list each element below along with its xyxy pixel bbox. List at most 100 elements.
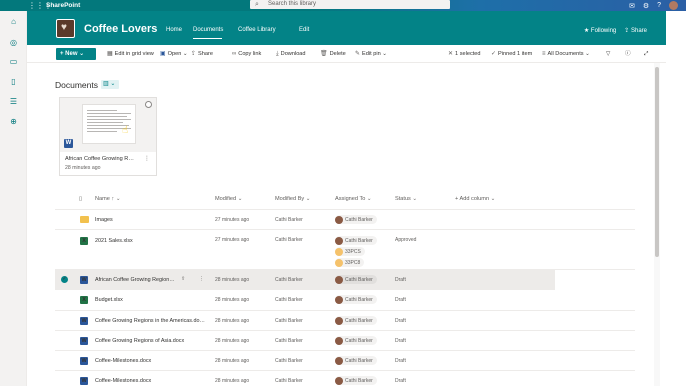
status-cell: Draft <box>395 358 406 364</box>
clear-selection-button[interactable]: ✕ 1 selected <box>448 48 481 60</box>
excel-file-icon: X <box>80 237 88 245</box>
share-icon[interactable]: ⇪ <box>181 276 185 282</box>
avatar[interactable] <box>669 1 678 10</box>
col-name[interactable]: Name ↑ ⌄ <box>95 196 121 202</box>
persona-name: 33PC8 <box>345 259 361 266</box>
nav-documents[interactable]: Documents <box>185 27 230 39</box>
delete-button[interactable]: 🗑 Delete <box>320 48 346 60</box>
col-modified-by[interactable]: Modified By ⌄ <box>275 196 310 202</box>
pinned-items-button[interactable]: ✓ Pinned 1 item <box>491 48 532 60</box>
card-select-radio[interactable] <box>145 101 152 108</box>
settings-icon[interactable]: ⚙ <box>643 2 649 10</box>
assigned-persona[interactable]: Cathi Barker <box>335 316 377 325</box>
card-file-name[interactable]: African Coffee Growing R… <box>65 156 134 162</box>
expand-icon[interactable]: ⤢ <box>644 48 648 60</box>
assigned-persona[interactable]: 33PCS <box>335 247 365 256</box>
home-icon[interactable]: ⌂ <box>8 16 19 27</box>
assigned-persona[interactable]: Cathi Barker <box>335 336 377 345</box>
view-toggle[interactable]: ▥ ⌄ <box>101 80 119 89</box>
assigned-persona[interactable]: Cathi Barker <box>335 236 377 245</box>
edit-pin-button[interactable]: ✎ Edit pin ⌄ <box>355 48 387 60</box>
nav-edit[interactable]: Edit <box>291 27 317 39</box>
file-name[interactable]: Images <box>95 217 113 223</box>
files-icon[interactable]: ▯ <box>8 76 19 87</box>
modified-by-cell: Cathi Barker <box>275 338 303 344</box>
site-title[interactable]: Coffee Lovers <box>84 23 157 35</box>
scrollbar-thumb[interactable] <box>655 67 659 257</box>
lists-icon[interactable]: ☰ <box>8 96 19 107</box>
avatar <box>335 236 343 245</box>
col-status[interactable]: Status ⌄ <box>395 196 417 202</box>
file-type-icon[interactable]: ▯ <box>79 196 82 202</box>
filter-icon[interactable]: ▽ <box>606 48 610 60</box>
chat-icon[interactable]: ✉ <box>629 2 635 10</box>
avatar <box>335 215 343 224</box>
pinned-file-card[interactable]: W African Coffee Growing R… ⋮ 28 minutes… <box>59 97 157 176</box>
modified-cell: 28 minutes ago <box>215 297 250 303</box>
following-label: Following <box>590 28 617 34</box>
row-check-icon[interactable]: ✓ <box>61 276 68 283</box>
col-assigned-to[interactable]: Assigned To ⌄ <box>335 196 372 202</box>
file-name[interactable]: Coffee-Milestones.docx <box>95 378 151 384</box>
more-icon[interactable]: ⋮ <box>199 276 204 282</box>
file-name[interactable]: African Coffee Growing Region… <box>95 277 175 283</box>
file-name[interactable]: 2021 Sales.xlsx <box>95 238 133 244</box>
table-row[interactable]: ✓ W African Coffee Growing Region… ⇪ ⋮ 2… <box>55 270 555 290</box>
assigned-persona[interactable]: Cathi Barker <box>335 356 377 365</box>
table-row[interactable]: X 2021 Sales.xlsx 27 minutes ago Cathi B… <box>55 230 635 270</box>
help-icon[interactable]: ? <box>657 2 661 9</box>
modified-cell: 28 minutes ago <box>215 378 250 384</box>
status-cell: Draft <box>395 277 406 283</box>
delete-icon: 🗑 <box>320 51 328 57</box>
file-name[interactable]: Coffee Growing Regions in the Americas.d… <box>95 318 205 324</box>
command-bar: + New ⌄ ▦ Edit in grid view ▣ Open ⌄ ⇪ Shar… <box>27 45 666 63</box>
assigned-persona[interactable]: Cathi Barker <box>335 295 377 304</box>
waffle-icon[interactable]: ⋮⋮⋮ <box>28 1 52 10</box>
sites-icon[interactable]: ◎ <box>8 37 19 48</box>
nav-coffee-library[interactable]: Coffee Library <box>230 27 291 39</box>
avatar <box>335 247 343 256</box>
assigned-persona[interactable]: Cathi Barker <box>335 376 377 385</box>
copy-link-button[interactable]: ∞ Copy link <box>232 48 261 60</box>
share-label: Share <box>630 28 647 34</box>
add-column-button[interactable]: + Add column ⌄ <box>455 196 495 202</box>
table-row[interactable]: X Budget.xlsx 28 minutes ago Cathi Barke… <box>55 290 635 311</box>
app-brand[interactable]: SharePoint <box>46 1 80 10</box>
assigned-persona[interactable]: 33PC8 <box>335 258 365 267</box>
word-file-icon: W <box>80 276 88 284</box>
modified-cell: 28 minutes ago <box>215 338 250 344</box>
search-box[interactable]: ⌕ Search this library <box>250 0 450 9</box>
modified-cell: 28 minutes ago <box>215 277 250 283</box>
share-site-button[interactable]: ⇪ Share <box>624 27 647 34</box>
site-logo[interactable] <box>56 19 75 38</box>
col-modified[interactable]: Modified ⌄ <box>215 196 242 202</box>
file-name[interactable]: Coffee-Milestones.docx <box>95 358 151 364</box>
info-icon[interactable]: ⓘ <box>625 48 631 60</box>
more-icon[interactable]: ⋮ <box>144 155 150 162</box>
close-icon: ✕ <box>448 51 454 57</box>
create-icon[interactable]: ⊕ <box>8 116 19 127</box>
file-name[interactable]: Budget.xlsx <box>95 297 123 303</box>
view-selector[interactable]: ≡ All Documents ⌄ <box>542 48 590 60</box>
news-icon[interactable]: ▭ <box>8 56 19 67</box>
edit-grid-button[interactable]: ▦ Edit in grid view <box>107 48 154 60</box>
table-row[interactable]: W Coffee Growing Regions in the Americas… <box>55 311 635 331</box>
share-button[interactable]: ⇪ Share <box>191 48 213 60</box>
file-name[interactable]: Coffee Growing Regions of Asia.docx <box>95 338 184 344</box>
assigned-persona[interactable]: Cathi Barker <box>335 215 377 224</box>
assigned-persona[interactable]: Cathi Barker <box>335 275 377 284</box>
table-row[interactable]: W Coffee-Milestones.docx 28 minutes ago … <box>55 371 635 391</box>
table-row[interactable]: W Coffee-Milestones.docx 28 minutes ago … <box>55 351 635 371</box>
vertical-scrollbar[interactable] <box>654 63 660 386</box>
table-row[interactable]: Images 27 minutes ago Cathi Barker Cathi… <box>55 210 635 230</box>
open-button[interactable]: ▣ Open ⌄ <box>160 48 188 60</box>
following-button[interactable]: ★ Following <box>584 27 616 34</box>
download-button[interactable]: ⤓ Download <box>276 48 306 60</box>
avatar <box>335 376 343 385</box>
table-row[interactable]: W Coffee Growing Regions of Asia.docx 28… <box>55 331 635 351</box>
nav-home[interactable]: Home <box>158 27 185 39</box>
library-main: Documents ▥ ⌄ W African Coffee Growing R… <box>27 63 654 386</box>
new-button[interactable]: + New ⌄ <box>56 48 96 60</box>
search-placeholder[interactable]: Search this library <box>268 0 316 9</box>
page-preview <box>82 104 136 144</box>
